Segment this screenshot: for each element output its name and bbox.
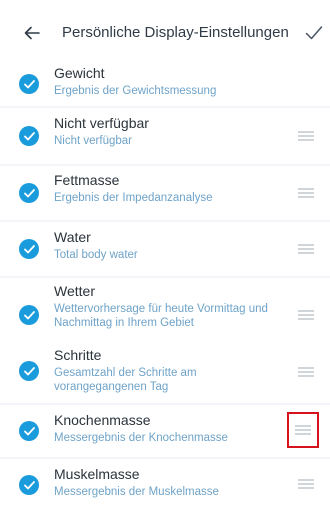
item-description: Wettervorhersage für heute Vormittag und… [54, 303, 268, 329]
page-title: Persönliche Display-Einstellungen [62, 24, 289, 41]
item-name: Schritte [54, 347, 102, 363]
item-name: Muskelmasse [54, 466, 140, 482]
checkbox-water[interactable] [19, 239, 39, 259]
item-description: Total body water [54, 249, 138, 261]
checkmark-icon [305, 26, 323, 40]
drag-handle-icon [298, 244, 314, 254]
drag-handle[interactable] [292, 236, 320, 262]
back-button[interactable] [20, 23, 44, 43]
arrow-left-icon [24, 26, 40, 40]
item-description: Messergebnis der Knochenmasse [54, 432, 228, 444]
item-description: Ergebnis der Gewichtsmessung [54, 85, 217, 97]
check-icon [23, 79, 35, 88]
check-icon [23, 310, 35, 319]
list-item-water: Water Total body water [0, 222, 330, 276]
item-description: Gesamtzahl der Schritte am vorangegangen… [54, 367, 197, 393]
item-name: Gewicht [54, 65, 105, 81]
check-icon [23, 131, 35, 140]
item-name: Wetter [54, 283, 95, 299]
check-icon [23, 244, 35, 253]
drag-handle-icon [298, 188, 314, 198]
list-item-fettmasse: Fettmasse Ergebnis der Impedanzanalyse [0, 166, 330, 220]
list-item-gewicht: Gewicht Ergebnis der Gewichtsmessung [0, 60, 330, 106]
check-icon [23, 188, 35, 197]
drag-handle[interactable] [292, 180, 320, 206]
list-item-muskelmasse: Muskelmasse Messergebnis der Muskelmasse [0, 459, 330, 509]
checkbox-muskelmasse[interactable] [19, 475, 39, 495]
confirm-button[interactable] [303, 22, 325, 44]
checkbox-wetter[interactable] [19, 305, 39, 325]
checkbox-nicht-verfuegbar[interactable] [19, 126, 39, 146]
drag-handle-icon [298, 367, 314, 377]
checkbox-schritte[interactable] [19, 361, 39, 381]
drag-handle-icon [298, 310, 314, 320]
drag-handle-icon [298, 479, 314, 489]
drag-handle-icon [295, 425, 311, 435]
drag-handle[interactable] [292, 359, 320, 385]
item-name: Nicht verfügbar [54, 115, 149, 131]
item-name: Fettmasse [54, 172, 120, 188]
app-header: Persönliche Display-Einstellungen [0, 0, 330, 66]
drag-handle-icon [298, 131, 314, 141]
checkbox-knochenmasse[interactable] [19, 421, 39, 441]
checkbox-gewicht[interactable] [19, 74, 39, 94]
drag-handle[interactable] [292, 123, 320, 149]
item-description: Messergebnis der Muskelmasse [54, 486, 219, 498]
list-item-nicht-verfuegbar: Nicht verfügbar Nicht verfügbar [0, 108, 330, 164]
item-name: Knochenmasse [54, 412, 151, 428]
checkbox-fettmasse[interactable] [19, 183, 39, 203]
item-name: Water [54, 229, 91, 245]
list-item-schritte: Schritte Gesamtzahl der Schritte am vora… [0, 340, 330, 403]
item-description: Ergebnis der Impedanzanalyse [54, 192, 213, 204]
check-icon [23, 480, 35, 489]
drag-handle[interactable] [292, 471, 320, 497]
check-icon [23, 426, 35, 435]
list-item-knochenmasse: Knochenmasse Messergebnis der Knochenmas… [0, 405, 330, 457]
drag-handle-highlighted[interactable] [287, 412, 319, 448]
item-description: Nicht verfügbar [54, 135, 132, 147]
check-icon [23, 366, 35, 375]
drag-handle[interactable] [292, 302, 320, 328]
